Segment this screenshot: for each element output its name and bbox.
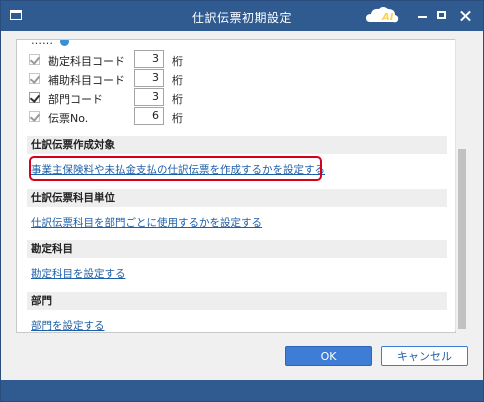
department-code-checkbox[interactable] — [29, 92, 40, 103]
code-label: 勘定科目コード — [48, 55, 125, 68]
scrollbar-thumb[interactable] — [458, 149, 466, 329]
subaccount-code-digits-field[interactable]: 3 — [134, 69, 164, 87]
account-code-checkbox[interactable] — [29, 54, 40, 65]
department-code-digits-field[interactable]: 3 — [134, 88, 164, 106]
ai-logo-text: AI — [382, 12, 394, 23]
section-account: 勘定科目 勘定科目を設定する — [27, 240, 447, 281]
code-label: 伝票No. — [48, 112, 89, 125]
code-digits-header: …… — [31, 40, 69, 47]
digit-unit: 桁 — [172, 55, 183, 68]
info-icon[interactable] — [59, 40, 69, 46]
section-header: 勘定科目 — [27, 240, 447, 258]
cancel-button[interactable]: キャンセル — [381, 346, 468, 366]
subaccount-code-checkbox[interactable] — [29, 73, 40, 84]
set-account-link[interactable]: 勘定科目を設定する — [31, 266, 126, 281]
digit-unit: 桁 — [172, 74, 183, 87]
voucher-no-digits-field[interactable]: 6 — [134, 107, 164, 125]
section-header: 仕訳伝票科目単位 — [27, 189, 447, 207]
settings-panel[interactable]: …… 勘定科目コード 3 桁 補助科目コード 3 桁 部門コード 3 桁 伝票N… — [16, 39, 456, 333]
section-header: 部門 — [27, 292, 447, 310]
dialog-window: 仕訳伝票初期設定 AI …… 勘定科目コード 3 桁 補助科目コード 3 桁 部… — [0, 0, 484, 402]
digit-unit: 桁 — [172, 112, 183, 125]
voucher-no-checkbox[interactable] — [29, 111, 40, 122]
set-department-link[interactable]: 部門を設定する — [31, 318, 105, 332]
bottom-band — [1, 380, 483, 401]
ok-button[interactable]: OK — [285, 346, 372, 366]
vertical-scrollbar[interactable] — [455, 39, 468, 331]
section-department: 部門 部門を設定する — [27, 292, 447, 332]
title-bar[interactable]: 仕訳伝票初期設定 AI — [1, 1, 483, 31]
section-voucher-account-unit: 仕訳伝票科目単位 仕訳伝票科目を部門ごとに使用するかを設定する — [27, 189, 447, 230]
code-label: 部門コード — [48, 93, 103, 106]
account-code-digits-field[interactable]: 3 — [134, 50, 164, 68]
highlight-box — [29, 156, 322, 181]
set-account-unit-link[interactable]: 仕訳伝票科目を部門ごとに使用するかを設定する — [31, 215, 262, 230]
digit-unit: 桁 — [172, 93, 183, 106]
section-header: 仕訳伝票作成対象 — [27, 136, 447, 154]
code-label: 補助科目コード — [48, 74, 125, 87]
close-button[interactable] — [451, 1, 481, 31]
